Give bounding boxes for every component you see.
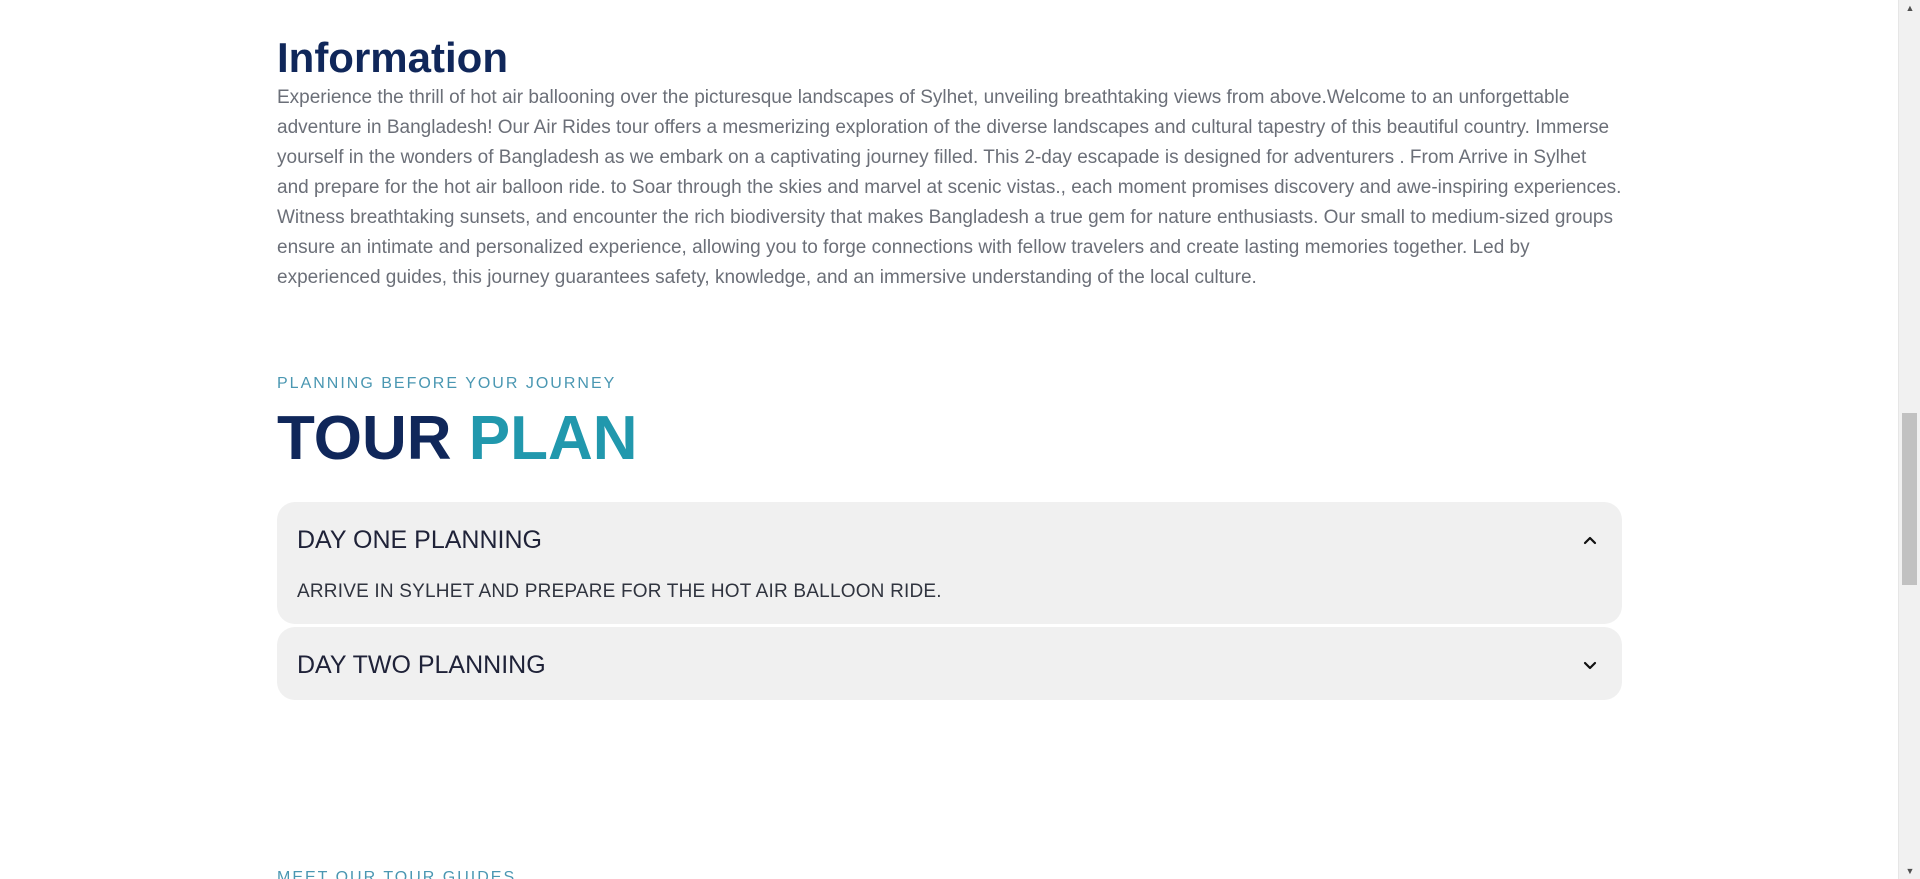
tour-plan-heading-accent: PLAN	[468, 404, 638, 473]
information-heading: Information	[277, 34, 508, 81]
accordion-header-day-two[interactable]: DAY TWO PLANNING	[297, 645, 1602, 685]
vertical-scrollbar[interactable]: ▲ ▼	[1898, 0, 1920, 879]
chevron-down-icon[interactable]	[1578, 653, 1602, 677]
chevron-up-icon[interactable]	[1578, 528, 1602, 552]
tour-guides-subtitle: MEET OUR TOUR GUIDES	[277, 869, 517, 879]
accordion-title-day-one: DAY ONE PLANNING	[297, 525, 542, 554]
tour-plan-subtitle: PLANNING BEFORE YOUR JOURNEY	[277, 375, 617, 392]
accordion-item-day-two: DAY TWO PLANNING	[277, 627, 1622, 700]
scroll-up-arrow-icon[interactable]: ▲	[1899, 0, 1920, 16]
scrollbar-thumb[interactable]	[1902, 413, 1917, 585]
accordion-title-day-two: DAY TWO PLANNING	[297, 650, 546, 679]
accordion-header-day-one[interactable]: DAY ONE PLANNING	[297, 520, 1602, 560]
accordion-item-day-one: DAY ONE PLANNING ARRIVE IN SYLHET AND PR…	[277, 502, 1622, 624]
page: Information Experience the thrill of hot…	[0, 0, 1920, 879]
information-description: Experience the thrill of hot air balloon…	[277, 87, 1622, 288]
accordion-body-day-one: ARRIVE IN SYLHET AND PREPARE FOR THE HOT…	[297, 581, 942, 602]
tour-plan-accordion: DAY ONE PLANNING ARRIVE IN SYLHET AND PR…	[277, 502, 1622, 703]
tour-plan-heading-main: TOUR	[277, 404, 452, 473]
scroll-down-arrow-icon[interactable]: ▼	[1899, 863, 1920, 879]
tour-plan-heading: TOUR PLAN	[277, 402, 638, 476]
